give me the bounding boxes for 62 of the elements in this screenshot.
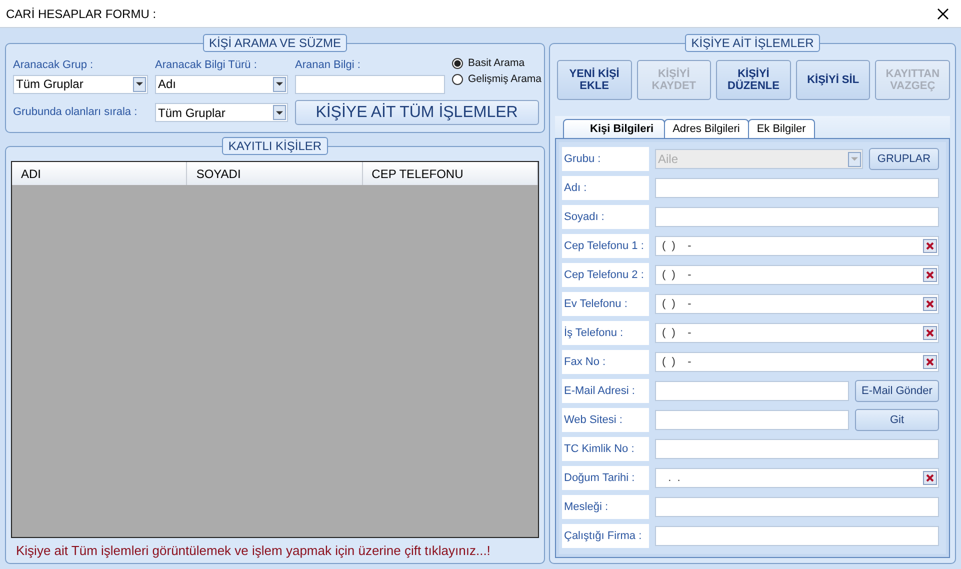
all-operations-button[interactable]: KİŞİYE AİT TÜM İŞLEMLER (295, 100, 539, 125)
field-button[interactable]: E-Mail Gönder (855, 380, 939, 402)
field-label: Aranan Bilgi : (295, 58, 362, 70)
action-button[interactable]: KİŞİYİ SİL (796, 60, 870, 100)
group-dropdown[interactable]: Tüm Gruplar (13, 74, 148, 94)
input-field[interactable] (655, 497, 939, 517)
panel-title: KİŞİYE AİT İŞLEMLER (685, 34, 820, 52)
field-label: Grubunda olanları sırala : (13, 105, 138, 118)
sort-group-dropdown[interactable]: Tüm Gruplar (155, 103, 288, 122)
search-field[interactable] (295, 74, 445, 94)
radio-option[interactable]: Gelişmiş Arama (452, 73, 542, 85)
field-label: E-Mail Adresi : (562, 379, 649, 403)
field-label: Adı : (562, 176, 649, 200)
masked-input-field[interactable]: ( ) - (655, 294, 939, 314)
action-button[interactable]: YENİ KİŞİ EKLE (557, 60, 632, 100)
field-label: Grubu : (562, 147, 649, 171)
action-button[interactable]: KİŞİYİ DÜZENLE (716, 60, 791, 100)
clear-icon[interactable] (923, 268, 937, 282)
field-label: Soyadı : (562, 205, 649, 229)
field-button[interactable]: Git (855, 409, 939, 431)
masked-input-field[interactable]: ( ) - (655, 352, 939, 372)
clear-icon[interactable] (923, 326, 937, 340)
field-label: Ev Telefonu : (562, 292, 649, 316)
tab[interactable]: Ek Bilgiler (748, 119, 815, 138)
masked-input-field[interactable]: ( ) - (655, 323, 939, 343)
hint-text: Kişiye ait Tüm işlemleri görüntülemek ve işlem yapmak için üzerine çift tıklayınız...! (15, 542, 492, 558)
close-icon[interactable] (937, 8, 949, 20)
tab[interactable]: Adres Bilgileri (664, 119, 749, 138)
caret-icon (276, 82, 283, 86)
panel-title: KİŞİ ARAMA VE SÜZME (202, 34, 348, 52)
input-field[interactable] (655, 439, 939, 459)
field-label: Aranacak Bilgi Türü : (155, 58, 258, 70)
masked-input-field[interactable]: . . (655, 468, 939, 488)
field-label: İş Telefonu : (562, 321, 649, 345)
window-title: CARİ HESAPLAR FORMU : (6, 6, 156, 20)
field-label: Web Sitesi : (562, 408, 649, 432)
input-field[interactable] (655, 410, 849, 430)
masked-input-field[interactable]: ( ) - (655, 265, 939, 285)
clear-icon[interactable] (923, 239, 937, 253)
panel-title: KAYITLI KİŞİLER (222, 137, 328, 155)
masked-input-field[interactable]: ( ) - (655, 236, 939, 256)
field-label: Fax No : (562, 350, 649, 374)
clear-icon[interactable] (923, 297, 937, 311)
field-label: Doğum Tarihi : (562, 466, 649, 490)
clear-icon[interactable] (923, 355, 937, 369)
input-field[interactable] (655, 178, 939, 198)
field-label: Aranacak Grup : (13, 58, 94, 70)
input-field[interactable] (655, 381, 849, 401)
input-field[interactable] (655, 207, 939, 227)
tab[interactable]: Kişi Bilgileri (563, 119, 665, 138)
field-label: Cep Telefonu 2 : (562, 263, 649, 287)
clear-icon[interactable] (923, 471, 937, 485)
field-label: TC Kimlik No : (562, 437, 649, 461)
caret-icon (851, 157, 858, 161)
field-label: Cep Telefonu 1 : (562, 234, 649, 258)
field-label: Mesleği : (562, 495, 649, 519)
field-label: Çalıştığı Firma : (562, 524, 649, 548)
input-field[interactable] (655, 526, 939, 546)
caret-icon (136, 82, 143, 86)
caret-icon (276, 110, 283, 114)
radio-option[interactable]: Basit Arama (452, 57, 542, 69)
info-type-dropdown[interactable]: Adı (155, 74, 288, 94)
